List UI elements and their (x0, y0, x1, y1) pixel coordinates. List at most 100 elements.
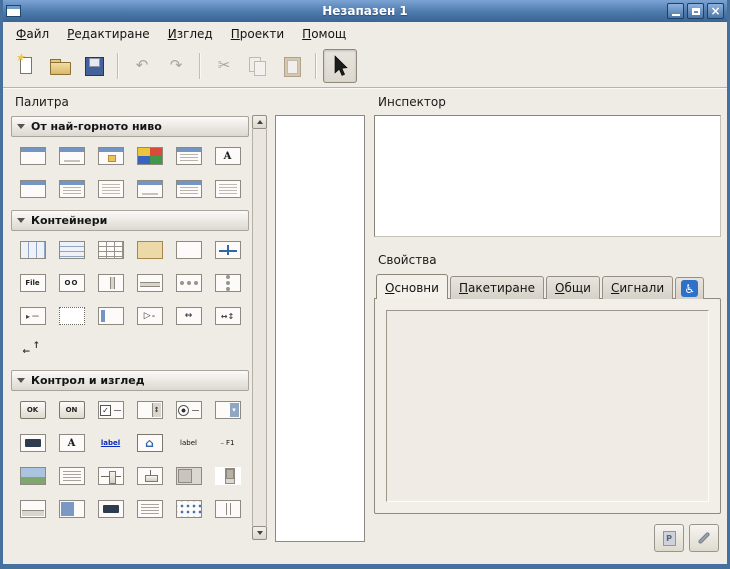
cut-button[interactable]: ✂ (207, 49, 241, 83)
palette-item-vbutton-box[interactable] (208, 270, 247, 296)
text-view-icon (59, 467, 85, 485)
palette-item-radio-button[interactable] (169, 397, 208, 423)
palette-section-label: Контрол и изглед (31, 374, 145, 387)
inspector-view[interactable] (374, 115, 721, 237)
palette-item-accel-label[interactable]: F1 (208, 430, 247, 456)
menu-view[interactable]: Изглед (159, 24, 222, 44)
edit-button[interactable] (689, 524, 719, 552)
palette-item-combo-box[interactable] (208, 397, 247, 423)
design-canvas[interactable] (275, 115, 365, 542)
palette-item-table[interactable] (91, 237, 130, 263)
palette-item-hbutton-box[interactable] (169, 270, 208, 296)
menu-edit[interactable]: Редактиране (58, 24, 159, 44)
scrollbar-track[interactable] (252, 129, 267, 526)
palette-item-font-selection-dialog[interactable]: A (208, 143, 247, 169)
palette-item-recent-chooser-dialog[interactable] (91, 176, 130, 202)
recent-chooser-dialog-icon (98, 180, 124, 198)
palette-section-header[interactable]: Контейнери (11, 210, 249, 231)
palette-item-toggle-button[interactable]: ON (52, 397, 91, 423)
close-button[interactable]: × (707, 3, 724, 19)
menu-file[interactable]: Файл (7, 24, 58, 44)
palette-item-tree-view[interactable] (130, 496, 169, 522)
tab-packing[interactable]: Пакетиране (450, 276, 544, 299)
select-tool-button[interactable] (323, 49, 357, 83)
palette-item-handle-box[interactable] (91, 303, 130, 329)
palette-item-aspect-frame[interactable] (13, 336, 52, 362)
tab-general[interactable]: Основни (376, 274, 448, 299)
palette-item-menu-bar[interactable]: File (13, 270, 52, 296)
palette-item-input-dialog[interactable] (13, 176, 52, 202)
open-button[interactable] (43, 49, 77, 83)
palette-section-header[interactable]: Контрол и изглед (11, 370, 249, 391)
palette-item-viewport[interactable] (169, 303, 208, 329)
palette-item-frame[interactable] (130, 237, 169, 263)
palette-item-combo-box-entry[interactable] (91, 496, 130, 522)
palette-item-text-view[interactable] (52, 463, 91, 489)
palette-item-dialog[interactable] (52, 143, 91, 169)
palette-item-image[interactable]: A (52, 430, 91, 456)
save-floppy-icon (82, 54, 106, 78)
palette-item-progress-bar[interactable] (52, 496, 91, 522)
palette-item-label[interactable]: label (169, 430, 208, 456)
scroll-up-button[interactable] (252, 115, 267, 129)
palette-item-assistant[interactable] (130, 176, 169, 202)
palette-item-message-dialog[interactable] (52, 176, 91, 202)
new-button[interactable]: ★ (9, 49, 43, 83)
palette-item-toolbar[interactable]: OO (52, 270, 91, 296)
palette-section-header[interactable]: От най-горното ниво (11, 116, 249, 137)
maximize-button[interactable] (687, 3, 704, 19)
palette-item-link-button[interactable]: label (91, 430, 130, 456)
menu-help[interactable]: Помощ (293, 24, 355, 44)
palette-item-image-widget[interactable] (13, 463, 52, 489)
v-scrollbar-icon (215, 467, 241, 485)
palette-item-v-scale[interactable] (130, 463, 169, 489)
palette-item-vpaned[interactable] (130, 270, 169, 296)
close-icon: × (710, 5, 720, 17)
palette-item-text-window[interactable] (208, 176, 247, 202)
layout-icon (59, 307, 85, 325)
palette-title: Палитра (11, 91, 249, 114)
palette-item-color-selection-dialog[interactable] (130, 143, 169, 169)
palette-item-statusbar[interactable] (13, 496, 52, 522)
titlebar[interactable]: Незапазен 1 × (3, 0, 727, 22)
palette-scrollbar[interactable] (252, 115, 267, 540)
palette-item-fixed[interactable] (208, 237, 247, 263)
palette-item-arrow[interactable] (130, 303, 169, 329)
paste-button[interactable] (275, 49, 309, 83)
palette-item-v-scrollbar[interactable] (208, 463, 247, 489)
palette-item-h-scrollbar[interactable] (169, 463, 208, 489)
menu-projects[interactable]: Проекти (222, 24, 293, 44)
palette-item-file-selection-dialog[interactable] (169, 176, 208, 202)
palette-item-button[interactable]: OK (13, 397, 52, 423)
palette-item-file-chooser-dialog[interactable] (169, 143, 208, 169)
palette-item-window[interactable] (13, 143, 52, 169)
redo-button[interactable]: ↷ (159, 49, 193, 83)
palette-item-spin-button[interactable] (130, 397, 169, 423)
palette-item-icon-view[interactable] (169, 496, 208, 522)
palette-item-h-scale[interactable] (91, 463, 130, 489)
tab-accessibility[interactable]: ♿ (675, 277, 704, 299)
save-button[interactable] (77, 49, 111, 83)
palette-item-notebook[interactable] (169, 237, 208, 263)
scroll-down-button[interactable] (252, 526, 267, 540)
copy-button[interactable] (241, 49, 275, 83)
tab-common[interactable]: Общи (546, 276, 600, 299)
palette-item-check-button[interactable] (91, 397, 130, 423)
documentation-button[interactable]: P (654, 524, 684, 552)
open-folder-icon (48, 54, 72, 78)
href-button-icon (137, 434, 163, 452)
palette-item-vbox[interactable] (52, 237, 91, 263)
palette-item-scrolled-window[interactable] (208, 303, 247, 329)
palette-item-hbox[interactable] (13, 237, 52, 263)
app-window: Незапазен 1 × Файл Редактиране Изглед Пр… (0, 0, 730, 569)
minimize-button[interactable] (667, 3, 684, 19)
palette-item-hpaned[interactable] (91, 270, 130, 296)
palette-item-about-dialog[interactable] (91, 143, 130, 169)
palette-item-v-separator[interactable] (208, 496, 247, 522)
tab-signals[interactable]: Сигнали (602, 276, 673, 299)
palette-item-expander[interactable] (13, 303, 52, 329)
palette-item-href-button[interactable] (130, 430, 169, 456)
undo-button[interactable]: ↶ (125, 49, 159, 83)
palette-item-layout[interactable] (52, 303, 91, 329)
palette-item-entry[interactable] (13, 430, 52, 456)
